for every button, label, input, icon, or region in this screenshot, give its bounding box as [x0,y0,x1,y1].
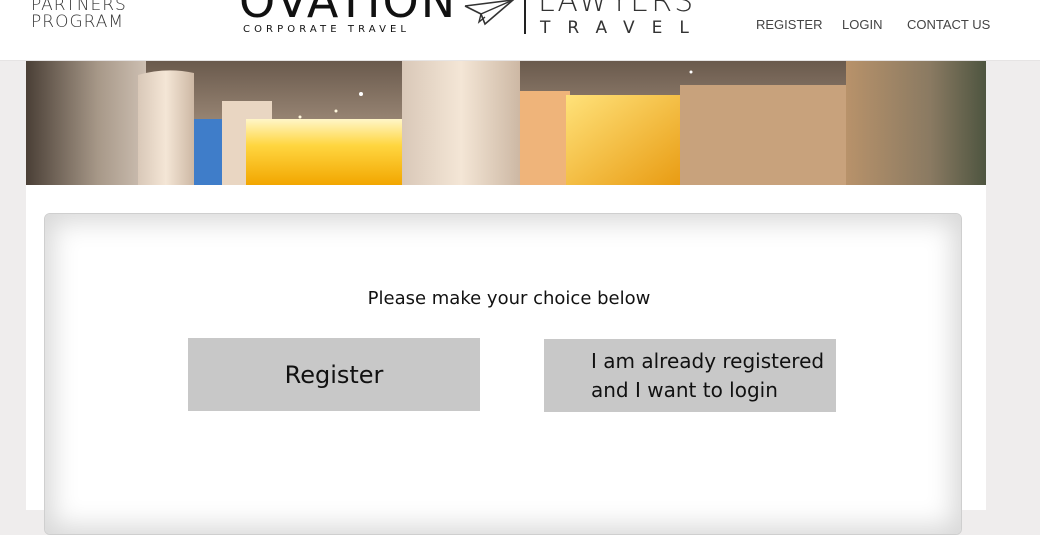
ovation-logo-subtitle: CORPORATE TRAVEL [243,24,411,35]
program-text: PROGRAM [31,12,125,32]
nav-contact-us-link[interactable]: CONTACT US [907,17,990,32]
site-header: PARTNERS PROGRAM OVATION CORPORATE TRAVE… [0,0,1040,61]
partners-program-logo[interactable]: PARTNERS PROGRAM [31,0,127,31]
login-button-line2: and I want to login [591,378,778,402]
hero-banner-image [26,61,986,185]
login-button[interactable]: I am already registered and I want to lo… [544,339,836,412]
paper-plane-icon [464,0,515,26]
lawyers-travel-logo-word[interactable]: LAWYERS [538,0,695,19]
register-button[interactable]: Register [188,338,480,411]
lawyers-travel-logo-subtitle: TRAVEL [540,18,706,38]
nav-register-link[interactable]: REGISTER [756,17,822,32]
logo-divider [524,0,526,34]
ovation-logo-word: OVATION [239,0,458,28]
login-button-line1: I am already registered [591,349,825,373]
choice-heading: Please make your choice below [367,288,651,309]
ovation-logo[interactable]: OVATION CORPORATE TRAVEL [239,0,455,38]
nav-login-link[interactable]: LOGIN [842,17,882,32]
